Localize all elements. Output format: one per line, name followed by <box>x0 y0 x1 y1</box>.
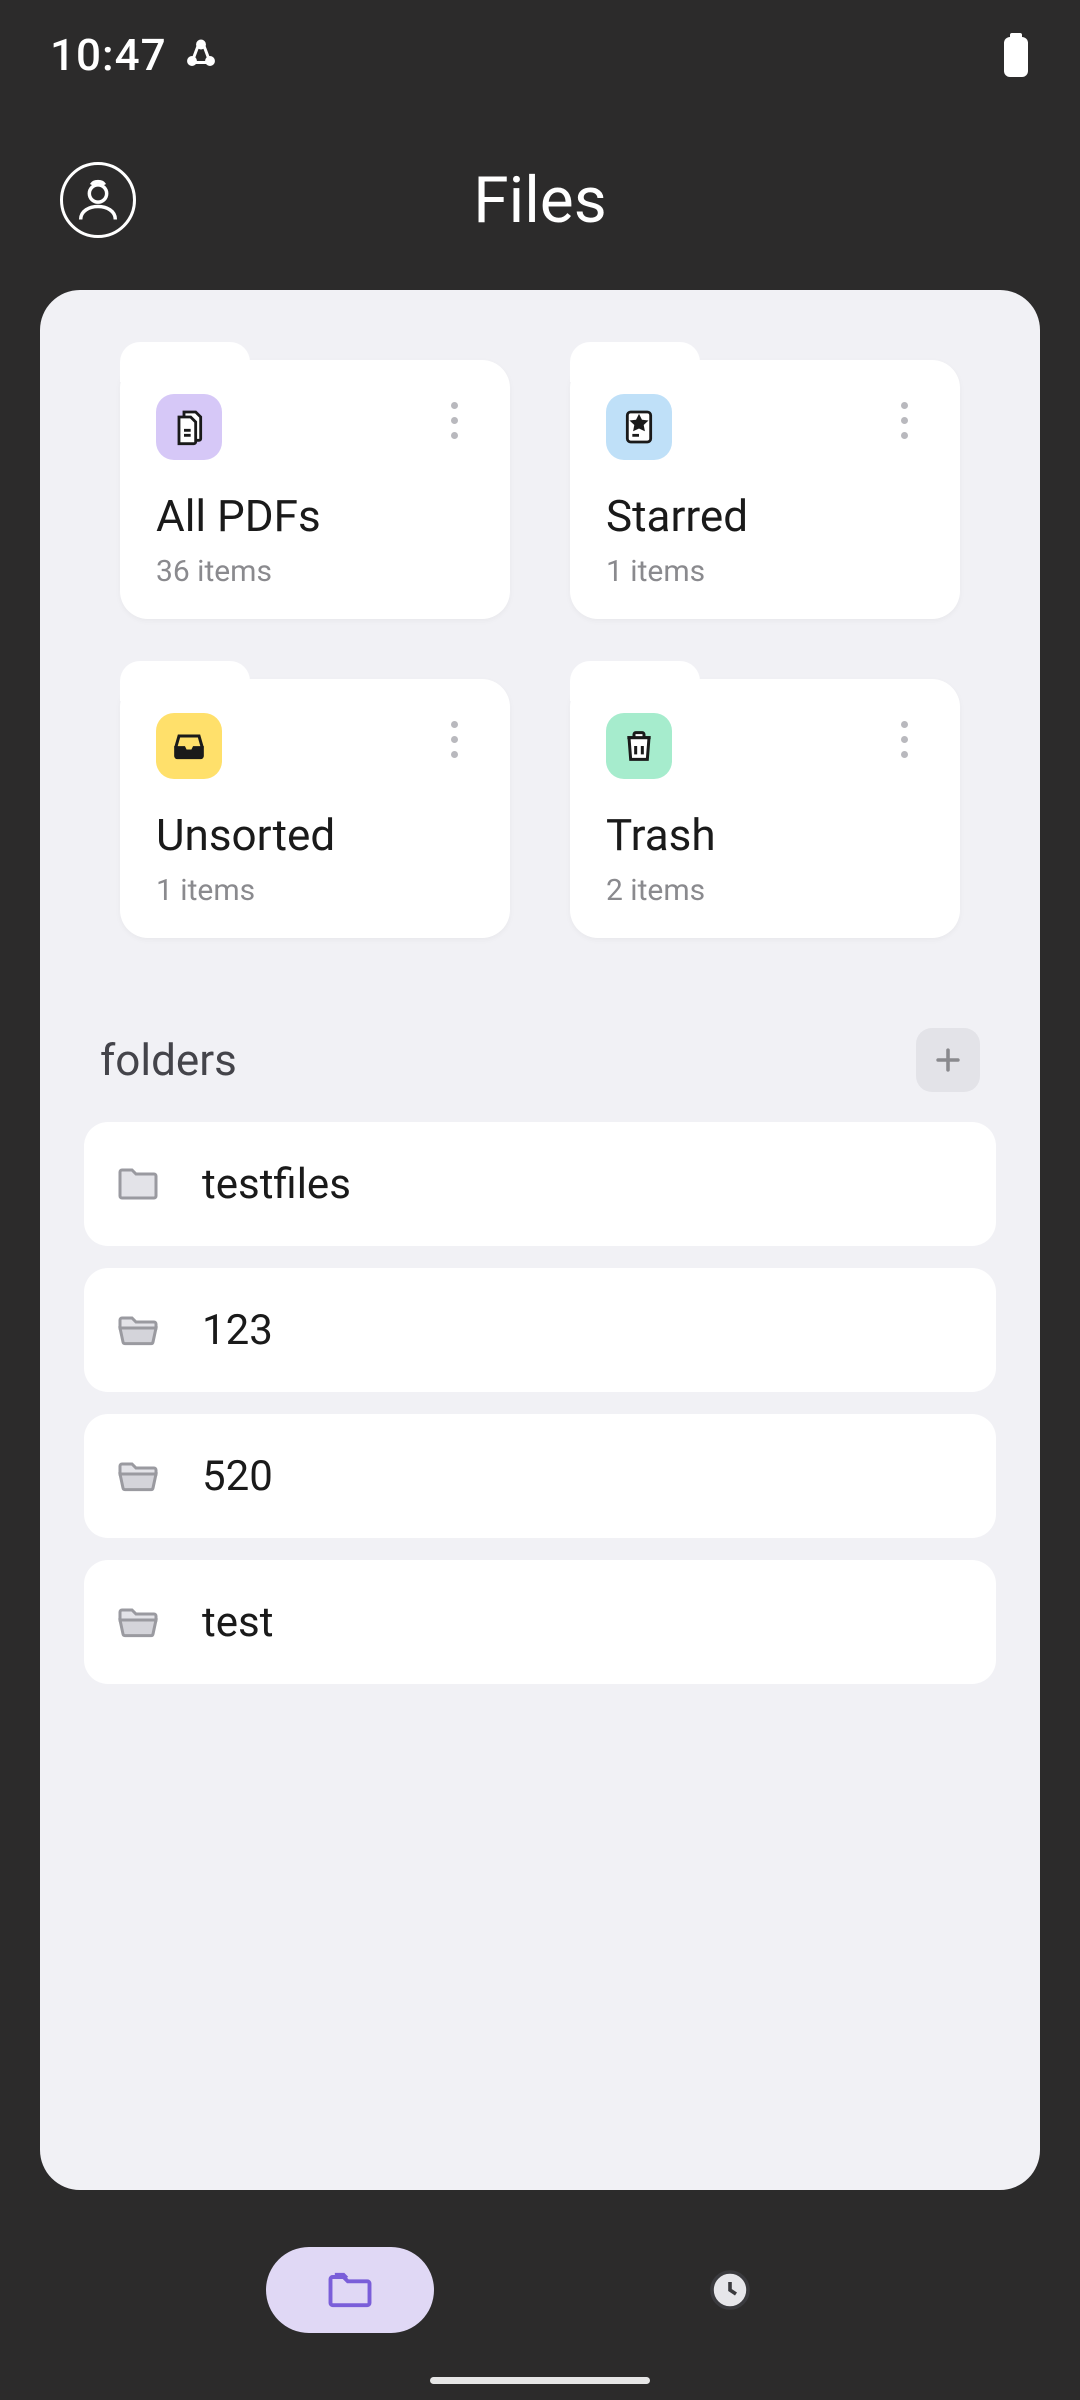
card-trash[interactable]: Trash 2 items <box>570 679 960 938</box>
battery-icon <box>1002 33 1030 77</box>
card-title: Trash <box>606 809 924 861</box>
card-title: All PDFs <box>156 490 474 542</box>
more-icon[interactable] <box>435 394 474 447</box>
add-folder-button[interactable] <box>916 1028 980 1092</box>
folder-row-520[interactable]: 520 <box>84 1414 996 1538</box>
nav-recent-button[interactable] <box>646 2247 814 2333</box>
nav-files-button[interactable] <box>266 2247 434 2333</box>
star-icon <box>606 394 672 460</box>
folder-row-123[interactable]: 123 <box>84 1268 996 1392</box>
avatar[interactable] <box>60 162 136 238</box>
main-panel: All PDFs 36 items Starred 1 items <box>40 290 1040 2190</box>
card-unsorted[interactable]: Unsorted 1 items <box>120 679 510 938</box>
folder-open-icon <box>114 1598 162 1646</box>
folder-name: 123 <box>202 1306 273 1355</box>
folder-row-testfiles[interactable]: testfiles <box>84 1122 996 1246</box>
folder-name: test <box>202 1598 273 1647</box>
card-subtitle: 1 items <box>606 554 924 589</box>
document-icon <box>156 394 222 460</box>
folder-open-icon <box>114 1452 162 1500</box>
card-subtitle: 1 items <box>156 873 474 908</box>
clock-icon <box>706 2266 754 2314</box>
app-header: Files <box>0 110 1080 290</box>
status-time: 10:47 <box>50 29 167 81</box>
more-icon[interactable] <box>885 713 924 766</box>
folder-row-test[interactable]: test <box>84 1560 996 1684</box>
home-indicator[interactable] <box>430 2377 650 2384</box>
inbox-icon <box>156 713 222 779</box>
folders-section-title: folders <box>100 1034 237 1086</box>
status-left: 10:47 <box>50 29 219 81</box>
card-grid: All PDFs 36 items Starred 1 items <box>80 360 1000 938</box>
status-bar: 10:47 <box>0 0 1080 110</box>
card-title: Starred <box>606 490 924 542</box>
folder-open-icon <box>114 1306 162 1354</box>
folder-list: testfiles 123 520 <box>80 1122 1000 1684</box>
more-icon[interactable] <box>885 394 924 447</box>
more-icon[interactable] <box>435 713 474 766</box>
card-title: Unsorted <box>156 809 474 861</box>
folder-icon <box>324 2264 376 2316</box>
folders-section-header: folders <box>80 1028 1000 1092</box>
bottom-nav <box>0 2220 1080 2360</box>
sync-icon <box>183 37 219 73</box>
card-subtitle: 2 items <box>606 873 924 908</box>
folder-name: testfiles <box>202 1160 351 1209</box>
page-title: Files <box>473 163 606 238</box>
card-starred[interactable]: Starred 1 items <box>570 360 960 619</box>
folder-icon <box>114 1160 162 1208</box>
card-all-pdfs[interactable]: All PDFs 36 items <box>120 360 510 619</box>
folder-name: 520 <box>202 1452 273 1501</box>
trash-icon <box>606 713 672 779</box>
card-subtitle: 36 items <box>156 554 474 589</box>
plus-icon <box>931 1043 965 1077</box>
